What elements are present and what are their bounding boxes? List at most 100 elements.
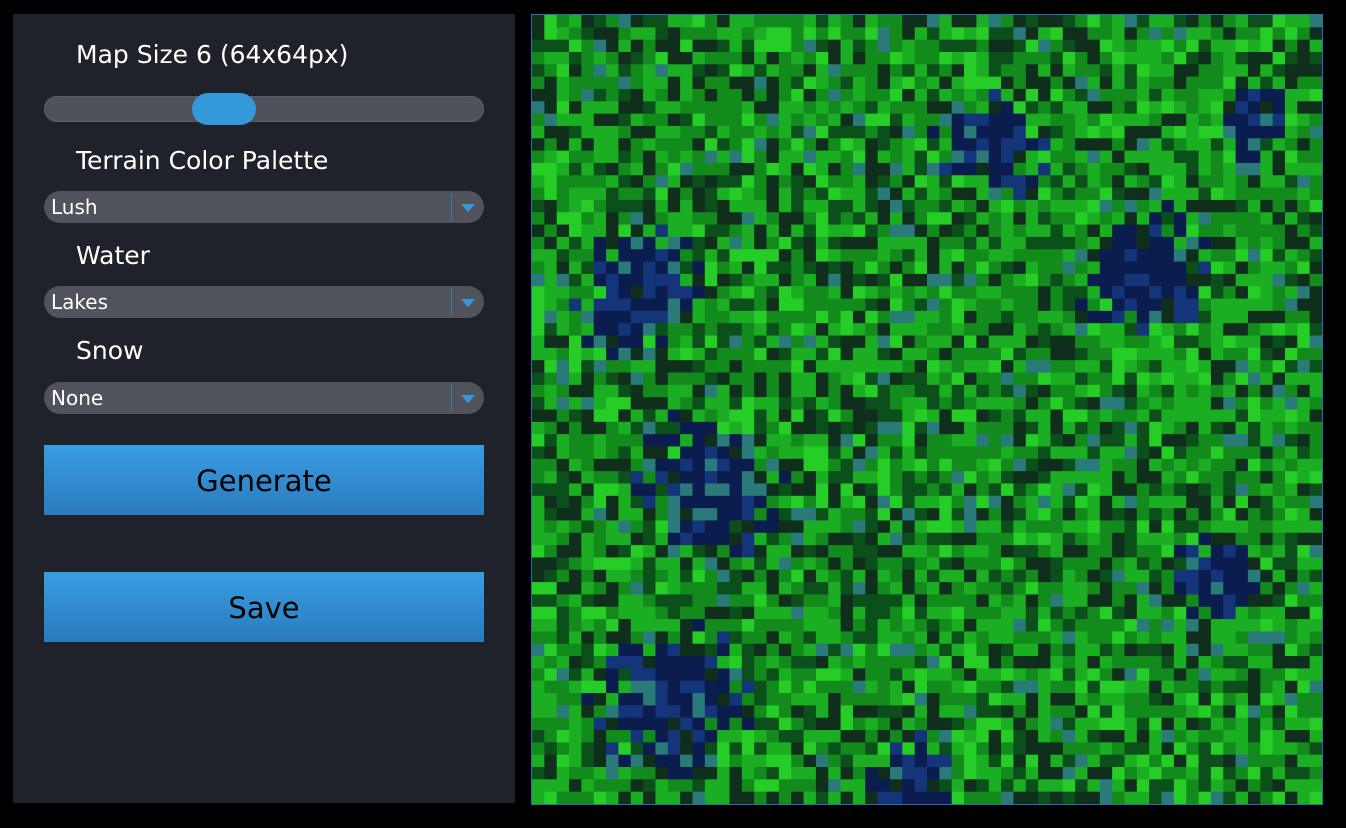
terrain-cell — [593, 27, 607, 41]
chevron-down-icon[interactable] — [461, 395, 475, 403]
terrain-cell — [914, 64, 928, 78]
terrain-cell — [766, 742, 780, 756]
terrain-cell — [729, 51, 743, 65]
terrain-cell — [606, 557, 619, 571]
snow-select[interactable]: None — [44, 382, 484, 414]
terrain-cell — [1124, 224, 1138, 238]
terrain-cell — [865, 779, 879, 793]
water-select[interactable]: Lakes — [44, 286, 484, 318]
terrain-cell — [1186, 508, 1200, 522]
terrain-cell — [532, 656, 545, 669]
terrain-cell — [815, 384, 829, 398]
terrain-cell — [1025, 236, 1039, 250]
terrain-cell — [754, 717, 768, 731]
terrain-cell — [988, 495, 1002, 509]
terrain-cell — [778, 495, 792, 509]
terrain-cell — [1309, 27, 1322, 41]
terrain-cell — [828, 680, 842, 694]
terrain-cell — [1038, 717, 1052, 731]
terrain-cell — [778, 125, 792, 139]
terrain-cell — [1223, 668, 1237, 682]
terrain-cell — [1149, 742, 1163, 756]
terrain-cell — [667, 249, 681, 263]
terrain-cell — [606, 693, 619, 706]
terrain-cell — [532, 64, 545, 78]
terrain-cell — [1297, 421, 1311, 435]
terrain-cell — [556, 680, 570, 694]
terrain-cell — [1124, 791, 1138, 804]
terrain-cell — [1136, 212, 1150, 226]
terrain-cell — [606, 742, 619, 756]
terrain-cell — [1149, 249, 1163, 263]
terrain-cell — [692, 384, 706, 398]
palette-select[interactable]: Lush — [44, 191, 484, 223]
terrain-cell — [951, 273, 965, 287]
chevron-down-icon[interactable] — [461, 299, 475, 307]
terrain-cell — [692, 656, 706, 669]
terrain-cell — [1297, 273, 1311, 287]
terrain-cell — [902, 323, 916, 337]
terrain-cell — [544, 113, 558, 127]
terrain-map-canvas[interactable] — [531, 14, 1323, 805]
terrain-cell — [865, 162, 879, 176]
terrain-cell — [1124, 458, 1138, 472]
slider-thumb[interactable] — [192, 93, 257, 125]
terrain-cell — [840, 286, 854, 300]
terrain-cell — [964, 767, 977, 780]
terrain-cell — [1087, 286, 1101, 300]
terrain-cell — [1075, 323, 1089, 337]
terrain-cell — [532, 409, 545, 423]
terrain-cell — [1075, 310, 1089, 324]
terrain-cell — [667, 372, 681, 386]
terrain-cell — [766, 606, 780, 620]
terrain-cell — [1025, 150, 1039, 164]
terrain-cell — [704, 175, 718, 189]
terrain-cell — [544, 582, 558, 596]
chevron-down-icon[interactable] — [461, 204, 475, 212]
terrain-cell — [606, 27, 619, 41]
terrain-cell — [877, 791, 891, 804]
terrain-cell — [1062, 791, 1076, 804]
terrain-cell — [889, 619, 903, 633]
terrain-cell — [680, 286, 694, 300]
terrain-cell — [1013, 372, 1027, 386]
terrain-cell — [976, 508, 990, 522]
terrain-cell — [717, 323, 731, 337]
map-size-slider[interactable] — [44, 93, 484, 125]
terrain-cell — [1309, 434, 1322, 448]
terrain-cell — [1099, 446, 1113, 460]
terrain-cell — [877, 347, 891, 361]
terrain-cell — [593, 310, 607, 324]
terrain-cell — [1099, 631, 1113, 645]
terrain-cell — [556, 249, 570, 263]
terrain-cell — [1284, 754, 1298, 768]
terrain-cell — [1038, 397, 1052, 411]
terrain-cell — [717, 397, 731, 411]
generate-button[interactable]: Generate — [44, 445, 484, 515]
terrain-cell — [852, 372, 866, 386]
terrain-cell — [1210, 520, 1224, 534]
terrain-cell — [914, 705, 928, 719]
terrain-cell — [1149, 125, 1163, 139]
terrain-cell — [1223, 693, 1237, 706]
terrain-cell — [902, 310, 916, 324]
terrain-cell — [1161, 323, 1175, 337]
terrain-cell — [976, 236, 990, 250]
slider-track[interactable] — [44, 96, 484, 122]
terrain-cell — [692, 668, 706, 682]
terrain-cell — [803, 668, 817, 682]
terrain-cell — [593, 545, 607, 559]
terrain-cell — [717, 335, 731, 349]
terrain-cell — [1062, 680, 1076, 694]
terrain-cell — [1173, 495, 1187, 509]
terrain-cell — [964, 557, 977, 571]
save-button[interactable]: Save — [44, 572, 484, 642]
terrain-cell — [1136, 15, 1150, 28]
terrain-cell — [1038, 582, 1052, 596]
terrain-cell — [1124, 138, 1138, 152]
terrain-cell — [939, 347, 953, 361]
terrain-cell — [569, 39, 582, 53]
terrain-cell — [1136, 76, 1150, 90]
terrain-cell — [754, 236, 768, 250]
terrain-cell — [1075, 175, 1089, 189]
